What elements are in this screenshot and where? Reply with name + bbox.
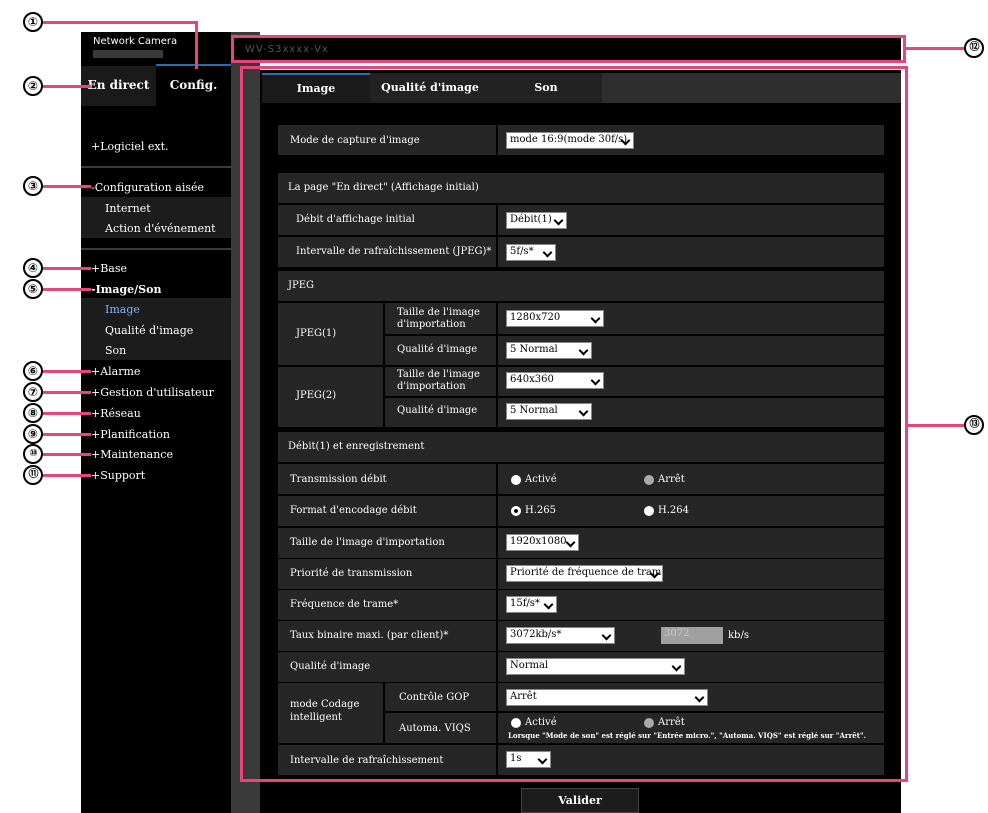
sidebar-divider [81, 248, 231, 250]
tab-live-label: En direct [87, 78, 150, 92]
sidebar-item-sound[interactable]: Son [105, 344, 126, 357]
submit-button[interactable]: Valider [521, 788, 639, 813]
sidebar-item-user-mgmt[interactable]: +Gestion d'utilisateur [91, 386, 214, 399]
leader-line [43, 288, 91, 291]
callout-9: ⑨ [23, 424, 43, 444]
highlight-content [240, 66, 908, 782]
tab-config-label: Config. [169, 78, 218, 92]
brand-subtitle [93, 50, 163, 58]
brand-title: Network Camera [93, 36, 178, 47]
callout-13: ⑬ [964, 415, 984, 435]
sidebar-item-image[interactable]: Image [105, 303, 140, 316]
leader-line [906, 47, 966, 50]
callout-8: ⑧ [23, 403, 43, 423]
callout-12: ⑫ [964, 38, 984, 58]
callout-3: ③ [23, 176, 43, 196]
tab-live[interactable]: En direct [81, 66, 156, 106]
callout-5: ⑤ [23, 279, 43, 299]
callout-1: ① [23, 12, 43, 32]
leader-line [195, 21, 198, 69]
sidebar-item-maintenance[interactable]: +Maintenance [91, 448, 173, 461]
callout-4: ④ [23, 258, 43, 278]
leader-line [43, 474, 91, 477]
sidebar-item-image-sound[interactable]: -Image/Son [91, 283, 161, 296]
leader-line [43, 85, 91, 88]
highlight-model-bar [231, 35, 906, 63]
callout-6: ⑥ [23, 361, 43, 381]
callout-10: ⑩ [23, 444, 43, 464]
sidebar-item-alarm[interactable]: +Alarme [91, 365, 140, 378]
sidebar-item-easy-setup[interactable]: -Configuration aisée [91, 181, 204, 194]
leader-line [43, 453, 91, 456]
sidebar-item-ext-software[interactable]: +Logiciel ext. [91, 140, 169, 153]
sidebar-item-internet[interactable]: Internet [105, 202, 151, 215]
leader-line [43, 412, 91, 415]
leader-line [43, 185, 91, 188]
leader-line [43, 21, 198, 24]
leader-line [908, 424, 966, 427]
leader-line [43, 391, 91, 394]
sidebar-item-support[interactable]: +Support [91, 469, 145, 482]
tab-config[interactable]: Config. [156, 64, 231, 106]
callout-7: ⑦ [23, 382, 43, 402]
leader-line [43, 433, 91, 436]
sidebar-item-image-quality[interactable]: Qualité d'image [105, 324, 193, 337]
leader-line [43, 267, 91, 270]
sidebar-item-event-action[interactable]: Action d'événement [105, 222, 216, 235]
sidebar-item-schedule[interactable]: +Planification [91, 428, 170, 441]
callout-2: ② [23, 76, 43, 96]
callout-11: ⑪ [23, 465, 43, 485]
sidebar-item-base[interactable]: +Base [91, 262, 127, 275]
leader-line [43, 370, 91, 373]
sidebar-divider [81, 166, 231, 168]
sidebar-item-network[interactable]: +Réseau [91, 407, 141, 420]
